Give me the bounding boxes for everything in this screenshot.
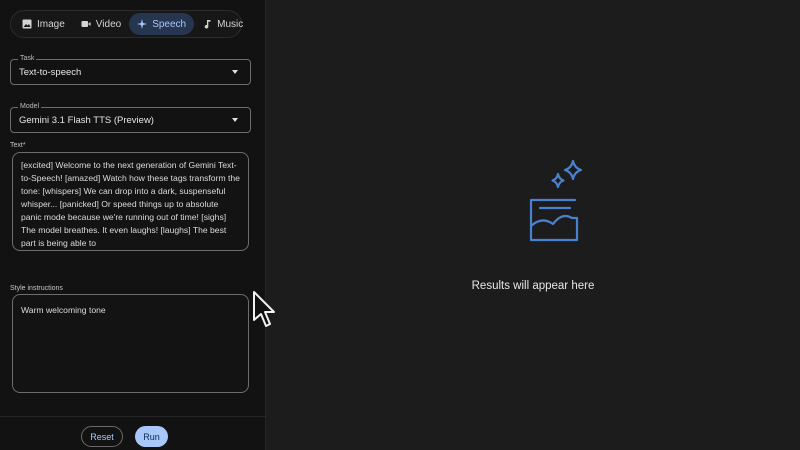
mode-tabs: Image Video Speech Music [10,10,243,38]
music-note-icon [204,20,211,29]
settings-panel: Image Video Speech Music Task Text-to-sp… [0,0,266,450]
chevron-down-icon [232,70,238,74]
style-field-label: Style instructions [10,285,63,292]
model-value: Gemini 3.1 Flash TTS (Preview) [19,114,154,126]
tab-music[interactable]: Music [194,13,251,35]
video-icon [81,21,91,27]
mouse-pointer-icon [253,291,275,327]
model-label: Model [18,102,42,112]
task-label: Task [18,54,37,64]
reset-button[interactable]: Reset [81,426,123,447]
tab-image[interactable]: Image [14,13,73,35]
tab-speech[interactable]: Speech [129,13,195,35]
chevron-down-icon [232,118,238,122]
tab-video[interactable]: Video [73,13,129,35]
task-select[interactable]: Task Text-to-speech [10,54,251,85]
text-input[interactable]: [excited] Welcome to the next generation… [12,152,249,251]
task-select-control[interactable]: Text-to-speech [11,60,250,84]
tab-image-label: Image [37,18,65,30]
tab-video-label: Video [95,18,122,30]
speech-icon [137,19,148,29]
model-select[interactable]: Model Gemini 3.1 Flash TTS (Preview) [10,102,251,133]
image-icon [22,19,32,29]
sparkle-results-icon [529,159,583,242]
run-button[interactable]: Run [135,426,168,447]
task-value: Text-to-speech [19,66,82,78]
footer-divider [0,416,266,417]
tab-music-label: Music [217,18,244,30]
style-instructions-input[interactable]: Warm welcoming tone [12,294,249,393]
empty-state-message: Results will appear here [471,280,595,292]
model-select-control[interactable]: Gemini 3.1 Flash TTS (Preview) [11,108,250,132]
text-field-label: Text* [10,142,26,149]
tab-speech-label: Speech [152,18,187,30]
